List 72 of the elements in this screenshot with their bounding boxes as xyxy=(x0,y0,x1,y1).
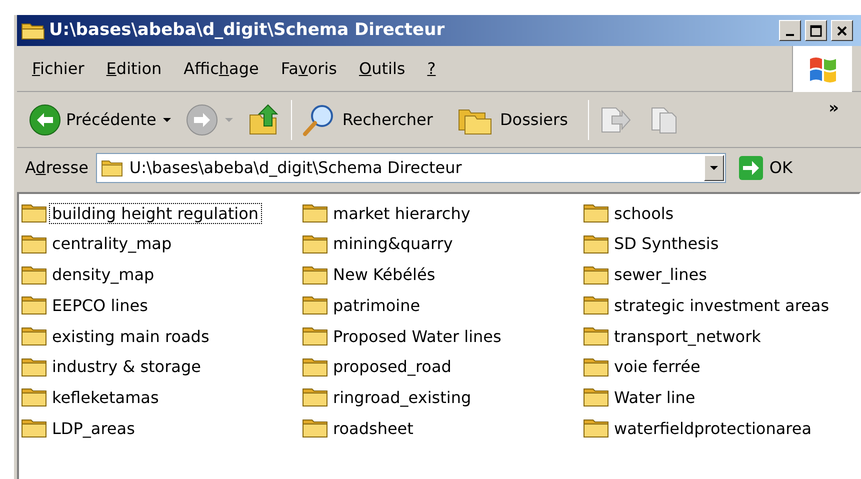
minimize-icon xyxy=(786,34,794,36)
folder-name[interactable]: SD Synthesis xyxy=(611,233,722,255)
folder-icon xyxy=(21,325,48,348)
folder-name[interactable]: waterfieldprotectionarea xyxy=(611,418,815,439)
folder-name[interactable]: strategic investment areas xyxy=(611,294,832,316)
menu-item[interactable]: Outils xyxy=(352,54,412,82)
menu-item[interactable]: Edition xyxy=(99,54,169,82)
folder-name[interactable]: roadsheet xyxy=(330,418,416,439)
folders-button[interactable]: Dossiers xyxy=(452,102,572,138)
folder-icon xyxy=(583,202,610,224)
window-title: U:\bases\abeba\d_digit\Schema Directeur xyxy=(49,18,445,42)
folder-icon xyxy=(302,386,329,408)
folder-icon xyxy=(21,417,48,440)
folder-icon xyxy=(21,294,48,316)
menu-item[interactable]: Affichage xyxy=(176,54,266,82)
folder-name[interactable]: schools xyxy=(611,202,677,224)
folder-name[interactable]: LDP_areas xyxy=(49,418,138,439)
folder-name[interactable]: market hierarchy xyxy=(330,202,474,224)
folder-icon xyxy=(583,325,610,348)
folder-icon xyxy=(302,202,329,224)
menu-item[interactable]: Favoris xyxy=(274,54,344,82)
folder-name[interactable]: proposed_road xyxy=(330,356,454,378)
folder-icon xyxy=(21,264,48,286)
folder-icon xyxy=(583,294,610,316)
folder-icon xyxy=(21,202,48,224)
folder-icon xyxy=(21,356,48,378)
folder-name[interactable]: EEPCO lines xyxy=(49,294,151,316)
folder-name[interactable]: kefleketamas xyxy=(49,386,162,408)
folder-name[interactable]: transport_network xyxy=(611,326,764,347)
dropdown-caret-icon xyxy=(709,164,720,172)
folder-name[interactable]: New Kébélés xyxy=(330,264,438,286)
folder-name[interactable]: Water line xyxy=(611,386,698,408)
folder-name[interactable]: sewer_lines xyxy=(611,264,710,286)
close-icon xyxy=(836,24,848,36)
folder-icon xyxy=(583,233,610,256)
close-button[interactable] xyxy=(831,20,853,41)
toolbar-overflow-chevron[interactable]: » xyxy=(828,96,839,120)
folder-name[interactable]: industry & storage xyxy=(49,356,204,378)
menu-item[interactable]: Fichier xyxy=(25,54,92,82)
folder-name[interactable]: Proposed Water lines xyxy=(330,326,504,347)
address-label: Adresse xyxy=(25,157,88,179)
folder-icon xyxy=(21,233,48,256)
address-field[interactable]: U:\bases\abeba\d_digit\Schema Directeur xyxy=(96,153,726,183)
folder-icon xyxy=(302,356,329,378)
minimize-button[interactable] xyxy=(779,20,801,41)
folder-icon xyxy=(302,294,329,316)
folder-icon xyxy=(583,264,610,286)
maximize-icon xyxy=(810,24,822,36)
folder-icon xyxy=(302,233,329,256)
folder-icon xyxy=(302,264,329,286)
folder-name[interactable]: voie ferrée xyxy=(611,356,704,378)
folder-name[interactable]: centrality_map xyxy=(49,233,175,255)
folder-icon xyxy=(21,20,45,40)
search-button[interactable]: Rechercher xyxy=(297,100,437,140)
folder-name[interactable]: building height regulation xyxy=(49,202,262,224)
folder-icon xyxy=(101,159,124,177)
menu-item[interactable]: ? xyxy=(420,54,443,82)
folder-icon xyxy=(583,386,610,408)
folder-name[interactable]: mining&quarry xyxy=(330,233,456,255)
folder-name[interactable]: density_map xyxy=(49,264,158,286)
folder-icon xyxy=(302,325,329,348)
go-button[interactable]: OK xyxy=(734,153,797,183)
folder-icon xyxy=(302,417,329,440)
folder-name[interactable]: ringroad_existing xyxy=(330,386,474,408)
back-button[interactable]: Précédente xyxy=(25,102,160,138)
maximize-button[interactable] xyxy=(805,20,827,41)
folder-icon xyxy=(21,386,48,408)
folder-name[interactable]: existing main roads xyxy=(49,326,212,347)
address-dropdown-button[interactable] xyxy=(704,155,724,181)
folder-name[interactable]: patrimoine xyxy=(330,294,424,316)
folder-icon xyxy=(583,356,610,378)
folder-icon xyxy=(583,417,610,440)
